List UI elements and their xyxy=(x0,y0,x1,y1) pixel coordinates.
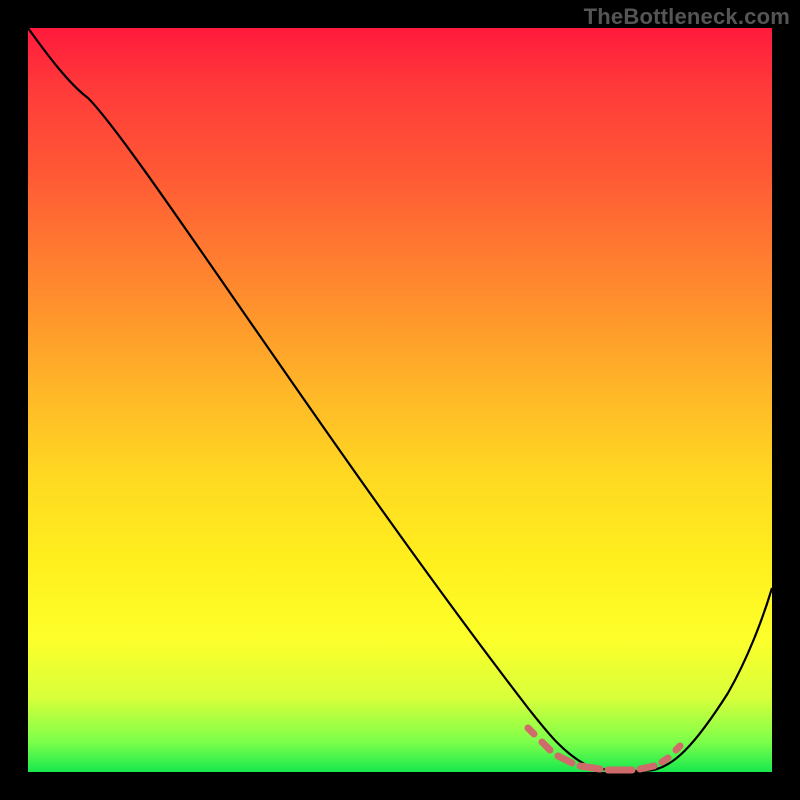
chart-svg xyxy=(28,28,772,772)
chart-plot-area xyxy=(28,28,772,772)
bottleneck-curve xyxy=(28,28,772,771)
chart-stage: TheBottleneck.com xyxy=(0,0,800,800)
attribution-label: TheBottleneck.com xyxy=(584,4,790,30)
